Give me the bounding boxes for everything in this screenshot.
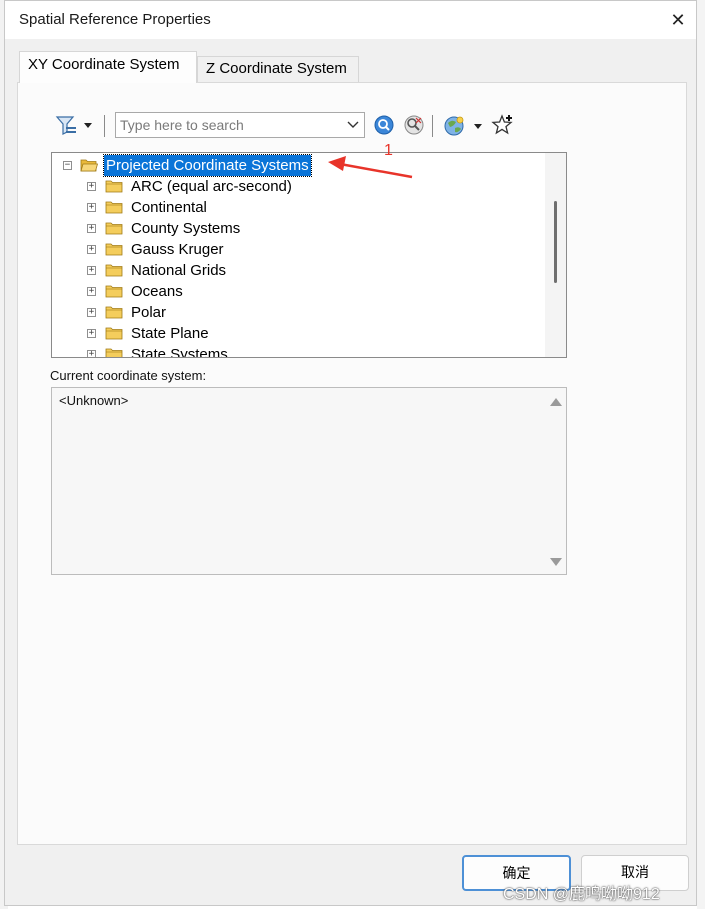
chevron-down-icon	[347, 121, 359, 128]
toolbar-separator	[432, 115, 433, 137]
tree-label[interactable]: ARC (equal arc-second)	[131, 176, 292, 197]
globe-dropdown-button[interactable]	[442, 113, 486, 139]
annotation-arrow-icon	[328, 156, 413, 179]
close-button[interactable]: ✕	[668, 9, 688, 31]
search-icon	[374, 115, 394, 135]
tree-node[interactable]: + National Grids	[52, 260, 542, 281]
clear-search-button[interactable]	[403, 114, 425, 140]
tab-xy-coordinate-system[interactable]: XY Coordinate System	[19, 51, 197, 83]
background-app-edge-right	[697, 0, 705, 909]
current-coordinate-scrollbar[interactable]	[546, 388, 566, 574]
tree-label[interactable]: County Systems	[131, 218, 240, 239]
window-title: Spatial Reference Properties	[19, 11, 211, 28]
expand-toggle[interactable]: +	[87, 224, 96, 233]
toolbar-separator	[104, 115, 105, 137]
tree-node[interactable]: + Polar	[52, 302, 542, 323]
folder-icon	[105, 285, 123, 298]
folder-icon	[105, 222, 123, 235]
folder-icon	[105, 327, 123, 340]
clear-search-icon	[404, 115, 424, 135]
search-dropdown-arrow[interactable]	[344, 117, 362, 133]
current-coordinate-label: Current coordinate system:	[50, 368, 207, 383]
expand-toggle[interactable]: +	[87, 329, 96, 338]
coordinate-system-tree[interactable]: − Projected Coordinate Systems + ARC (eq…	[51, 152, 567, 358]
tab-z-coordinate-system[interactable]: Z Coordinate System	[197, 56, 359, 82]
expand-toggle[interactable]: +	[87, 287, 96, 296]
expand-toggle[interactable]: +	[87, 308, 96, 317]
collapse-toggle[interactable]: −	[63, 161, 72, 170]
tree-label-projected[interactable]: Projected Coordinate Systems	[103, 154, 312, 177]
search-button[interactable]	[373, 114, 395, 140]
tree-label[interactable]: State Systems	[131, 344, 228, 357]
tree-node[interactable]: + Gauss Kruger	[52, 239, 542, 260]
globe-icon	[444, 116, 482, 136]
tree-node[interactable]: + State Systems	[52, 344, 542, 357]
annotation-number: 1	[384, 142, 393, 159]
folder-icon	[105, 180, 123, 193]
expand-toggle[interactable]: +	[87, 350, 96, 357]
current-coordinate-textbox[interactable]: <Unknown>	[51, 387, 567, 575]
folder-icon	[105, 306, 123, 319]
tree-label[interactable]: State Plane	[131, 323, 209, 344]
open-folder-icon	[80, 159, 98, 172]
folder-icon	[105, 201, 123, 214]
tree-node[interactable]: + Oceans	[52, 281, 542, 302]
tree-node[interactable]: + County Systems	[52, 218, 542, 239]
expand-toggle[interactable]: +	[87, 182, 96, 191]
tree-scrollbar-thumb[interactable]	[554, 201, 557, 283]
filter-dropdown-button[interactable]	[54, 112, 98, 138]
filter-icon	[55, 116, 92, 135]
tree-node[interactable]: + ARC (equal arc-second)	[52, 176, 542, 197]
tree-label[interactable]: Polar	[131, 302, 166, 323]
tree-node[interactable]: + Continental	[52, 197, 542, 218]
folder-icon	[105, 243, 123, 256]
tree-label[interactable]: Oceans	[131, 281, 183, 302]
folder-icon	[105, 264, 123, 277]
expand-toggle[interactable]: +	[87, 245, 96, 254]
expand-toggle[interactable]: +	[87, 266, 96, 275]
folder-icon	[105, 348, 123, 357]
search-combobox[interactable]	[115, 112, 365, 138]
scroll-up-icon[interactable]	[550, 398, 562, 406]
search-input[interactable]	[118, 115, 342, 135]
watermark: CSDN @鹿鸣呦呦912	[503, 886, 660, 903]
scroll-down-icon[interactable]	[550, 558, 562, 566]
tree-scrollbar[interactable]	[545, 153, 566, 357]
tree-label[interactable]: National Grids	[131, 260, 226, 281]
tree-node-root[interactable]: − Projected Coordinate Systems	[52, 154, 542, 177]
add-favorite-icon	[491, 114, 513, 135]
tree-label[interactable]: Gauss Kruger	[131, 239, 224, 260]
tree-node[interactable]: + State Plane	[52, 323, 542, 344]
current-coordinate-value: <Unknown>	[59, 393, 129, 408]
tree-label[interactable]: Continental	[131, 197, 207, 218]
add-favorite-button[interactable]	[491, 113, 515, 139]
expand-toggle[interactable]: +	[87, 203, 96, 212]
